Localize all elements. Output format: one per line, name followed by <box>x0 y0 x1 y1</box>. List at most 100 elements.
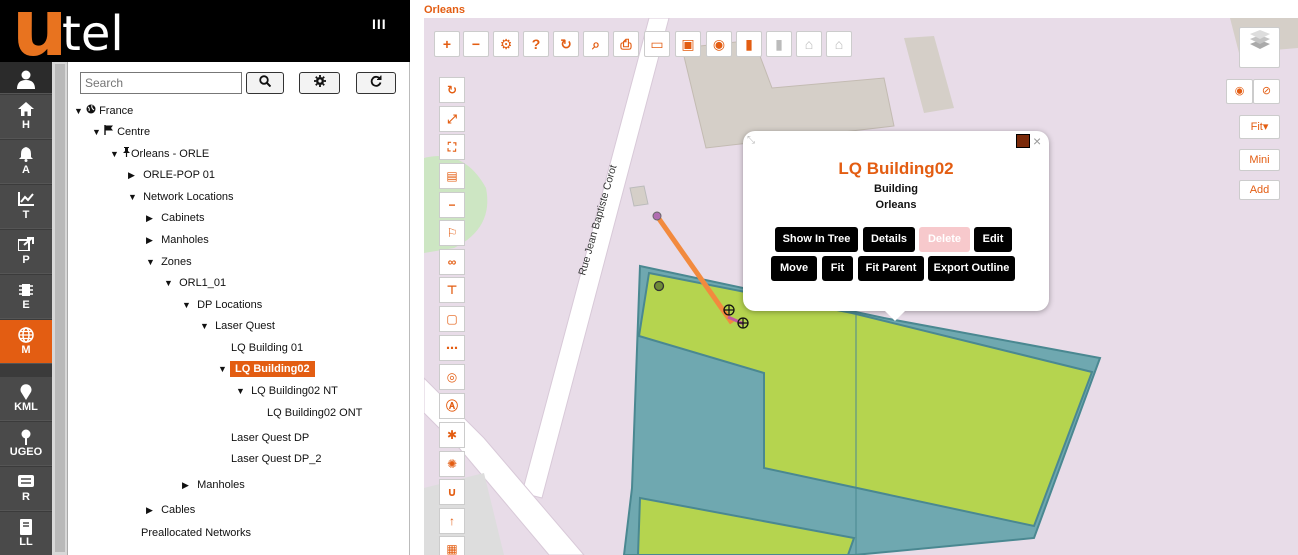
expand-arrow-icon[interactable]: ▼ <box>92 125 104 139</box>
search-button[interactable] <box>246 72 284 94</box>
map-settings-button[interactable]: ⚙ <box>493 31 519 57</box>
move-button[interactable]: Move <box>771 256 817 281</box>
export-outline-button[interactable]: Export Outline <box>928 256 1015 281</box>
print-button[interactable]: ⎙ <box>613 31 639 57</box>
tunnel-button[interactable]: ⌂ <box>796 31 822 57</box>
expand-arrow-icon[interactable]: ▼ <box>110 147 122 161</box>
tape-button[interactable]: ∞ <box>439 249 465 275</box>
tree-node[interactable]: ▼ Laser Quest <box>200 319 275 333</box>
cable-endpoint[interactable] <box>652 211 662 221</box>
asterisk-button[interactable]: ✱ <box>439 422 465 448</box>
tree-node[interactable]: ▼ Network Locations <box>128 190 234 204</box>
tree-node[interactable]: ▼ LQ Building02 NT <box>236 384 338 398</box>
fullscreen-button[interactable]: ⛶ <box>439 134 465 160</box>
ont-node[interactable] <box>723 304 735 316</box>
expand-arrow-icon[interactable]: ▶ <box>128 168 140 182</box>
visibility-button[interactable]: ◉ <box>706 31 732 57</box>
nav-kml[interactable]: KML <box>0 377 52 421</box>
flag-button[interactable]: ⚐ <box>439 220 465 246</box>
tree-node[interactable]: ▼ DP Locations <box>182 298 262 312</box>
zoom-out-button[interactable]: − <box>463 31 489 57</box>
zoom-in-button[interactable]: + <box>434 31 460 57</box>
nav-user[interactable] <box>0 62 52 94</box>
fit-parent-button[interactable]: Fit Parent <box>858 256 924 281</box>
nav-home[interactable]: H <box>0 95 52 139</box>
expand-arrow-icon[interactable]: ▼ <box>128 190 140 204</box>
hide-layer-button[interactable]: ⊘ <box>1253 79 1280 104</box>
menu-toggle-icon[interactable]: III <box>372 16 387 32</box>
nt-node[interactable] <box>737 317 749 329</box>
close-icon[interactable]: × <box>1033 133 1041 149</box>
tree-node[interactable]: LQ Building02 ONT <box>267 406 362 420</box>
expand-arrow-icon[interactable]: ▶ <box>146 503 158 517</box>
edit-button[interactable]: Edit <box>974 227 1012 252</box>
target-button[interactable]: ◎ <box>439 364 465 390</box>
nav-alerts[interactable]: A <box>0 140 52 184</box>
tree-settings-button[interactable] <box>299 72 340 94</box>
nav-scrollbar[interactable] <box>52 62 68 555</box>
bookmark-button[interactable]: ▮ <box>736 31 762 57</box>
tree-search-input[interactable] <box>80 72 242 94</box>
expand-arrow-icon[interactable]: ▶ <box>182 478 194 492</box>
tree-node[interactable]: ▶ ORLE-POP 01 <box>128 168 215 182</box>
tree-node[interactable]: ▼ Orleans - ORLE <box>110 147 209 161</box>
tree-node-selected[interactable]: ▼ LQ Building02 <box>218 361 315 377</box>
tree-node[interactable]: ▼ Zones <box>146 255 192 269</box>
tree-refresh-button[interactable] <box>356 72 396 94</box>
remove-button[interactable]: − <box>439 192 465 218</box>
nav-reports[interactable]: R <box>0 467 52 511</box>
tree-node[interactable]: ▶ Manholes <box>146 233 209 247</box>
expand-arrow-icon[interactable]: ▼ <box>146 255 158 269</box>
signpost-button[interactable]: ⊤ <box>439 277 465 303</box>
layers-panel-button[interactable]: ▣ <box>675 31 701 57</box>
draw-line-button[interactable]: ⤢ <box>439 106 465 132</box>
tree-node[interactable]: ▶ Manholes <box>182 478 245 492</box>
expand-arrow-icon[interactable]: ▼ <box>200 319 212 333</box>
tree-node[interactable]: ▼ Centre <box>92 125 150 139</box>
table-button[interactable]: ▤ <box>439 163 465 189</box>
nav-library[interactable]: LL <box>0 512 52 555</box>
home-map-button[interactable]: ⌂ <box>826 31 852 57</box>
nav-ugeo[interactable]: UGEO <box>0 422 52 466</box>
tree-node[interactable]: ▼ ORL1_01 <box>164 276 226 290</box>
refresh-map-button[interactable]: ↻ <box>553 31 579 57</box>
resize-icon[interactable]: ⤡ <box>747 135 755 146</box>
up-arrow-button[interactable]: ↑ <box>439 508 465 534</box>
nav-trends[interactable]: T <box>0 185 52 229</box>
nav-projects[interactable]: P <box>0 230 52 274</box>
nav-map[interactable]: M <box>0 320 52 364</box>
fit-button[interactable]: Fit <box>822 256 853 281</box>
tree-node[interactable]: Laser Quest DP <box>231 431 309 445</box>
tree-node[interactable]: ▶ Cabinets <box>146 211 204 225</box>
expand-arrow-icon[interactable]: ▼ <box>218 362 230 376</box>
tree-node[interactable]: LQ Building 01 <box>231 341 303 355</box>
add-button[interactable]: Add <box>1239 180 1280 200</box>
expand-arrow-icon[interactable]: ▶ <box>146 233 158 247</box>
nav-scrollbar-thumb[interactable] <box>55 64 65 552</box>
dp-node[interactable] <box>653 280 665 292</box>
delete-button[interactable]: Delete <box>919 227 970 252</box>
help-button[interactable]: ? <box>523 31 549 57</box>
expand-arrow-icon[interactable]: ▼ <box>164 276 176 290</box>
nav-equipment[interactable]: E <box>0 275 52 319</box>
layer-switcher-button[interactable] <box>1239 27 1280 68</box>
details-button[interactable]: Details <box>863 227 915 252</box>
popup-menu-icon[interactable] <box>1016 134 1030 148</box>
bookmark-disabled-button[interactable]: ▮ <box>766 31 792 57</box>
expand-arrow-icon[interactable]: ▼ <box>74 104 86 118</box>
search-map-button[interactable]: ⌕ <box>583 31 609 57</box>
tree-node[interactable]: ▼ France <box>74 104 133 118</box>
tree-node[interactable]: ▶ Cables <box>146 503 195 517</box>
fit-dropdown[interactable]: Fit▾ <box>1239 115 1280 139</box>
rotate-button[interactable]: ↻ <box>439 77 465 103</box>
antenna-button[interactable]: Ⓐ <box>439 393 465 419</box>
expand-arrow-icon[interactable]: ▼ <box>182 298 194 312</box>
cog-tool-button[interactable]: ✺ <box>439 451 465 477</box>
building-tool-button[interactable]: ▦ <box>439 536 465 555</box>
measure-button[interactable]: ▭ <box>644 31 670 57</box>
show-in-tree-button[interactable]: Show In Tree <box>775 227 858 252</box>
mini-button[interactable]: Mini <box>1239 149 1280 171</box>
expand-arrow-icon[interactable]: ▼ <box>236 384 248 398</box>
tree-node[interactable]: Laser Quest DP_2 <box>231 452 322 466</box>
polygon-button[interactable]: ▢ <box>439 306 465 332</box>
